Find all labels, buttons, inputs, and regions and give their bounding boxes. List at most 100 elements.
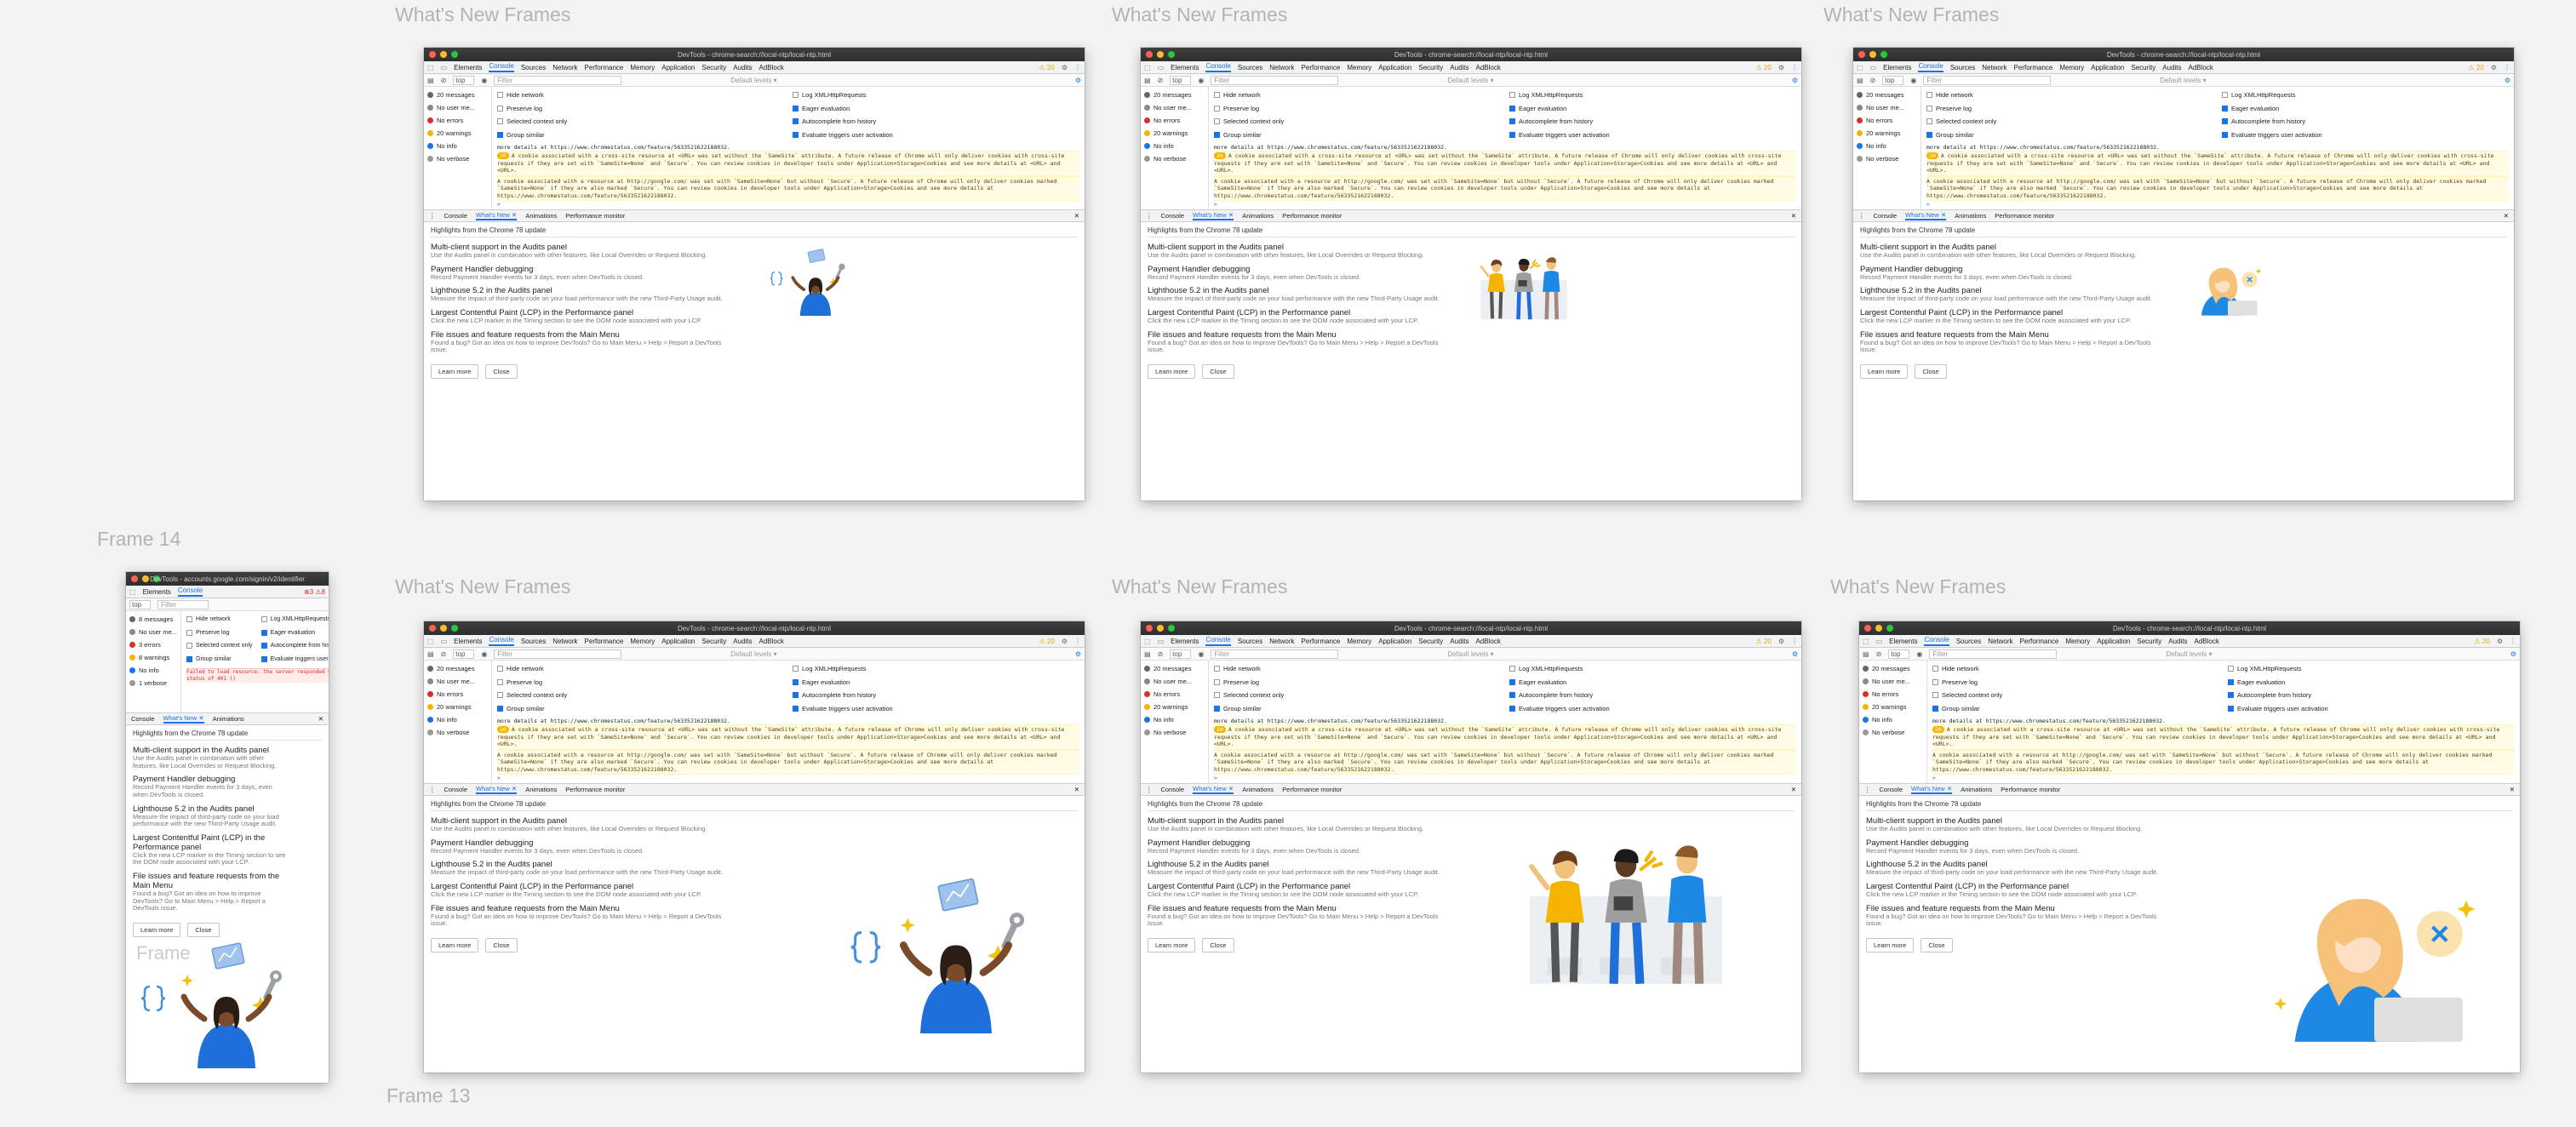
drawer-tab-whats-new[interactable]: What's New ✕	[1911, 785, 1953, 794]
sidebar-item-messages[interactable]: 20 messages	[427, 662, 488, 675]
minimize-window-icon[interactable]	[1869, 51, 1876, 58]
settings-gear-icon[interactable]: ⚙	[1062, 64, 1068, 72]
warning-count-badge[interactable]: ⚠ 20	[1039, 638, 1055, 645]
tab-elements[interactable]: Elements	[1171, 638, 1199, 645]
sidebar-item-verbose[interactable]: No verbose	[1857, 152, 1917, 165]
tab-memory[interactable]: Memory	[2065, 638, 2090, 645]
setting-selected-context[interactable]: Selected context only	[186, 639, 253, 653]
drawer-menu-icon[interactable]: ⋮	[1864, 786, 1871, 793]
drawer-tab-animations[interactable]: Animations	[213, 715, 244, 723]
filter-input[interactable]: Filter	[1923, 75, 2052, 85]
close-button[interactable]: Close	[1202, 937, 1234, 953]
close-drawer-icon[interactable]: ✕	[2510, 786, 2515, 793]
tab-sources[interactable]: Sources	[1956, 638, 1981, 645]
drawer-tab-animations[interactable]: Animations	[1961, 786, 1992, 793]
learn-more-button[interactable]: Learn more	[1866, 937, 1915, 953]
warning-count-badge[interactable]: ⚠ 20	[1756, 64, 1772, 72]
tab-security[interactable]: Security	[1418, 64, 1443, 72]
sidebar-toggle-icon[interactable]: ▤	[1144, 650, 1151, 658]
tab-security[interactable]: Security	[2131, 64, 2155, 72]
sidebar-item-info[interactable]: No info	[427, 713, 488, 726]
tab-sources[interactable]: Sources	[1238, 638, 1262, 645]
setting-eager-eval[interactable]: Eager evaluation	[1509, 676, 1796, 689]
device-toolbar-icon[interactable]: ▭	[1870, 64, 1877, 72]
minimize-window-icon[interactable]	[1875, 625, 1882, 632]
sidebar-item-info[interactable]: No info	[1857, 140, 1917, 152]
device-toolbar-icon[interactable]: ▭	[1876, 638, 1883, 645]
tab-console[interactable]: Console	[489, 62, 514, 72]
drawer-tab-whats-new[interactable]: What's New ✕	[163, 714, 204, 724]
close-drawer-icon[interactable]: ✕	[1791, 212, 1796, 220]
clear-console-icon[interactable]: ⊘	[1870, 77, 1876, 84]
sidebar-item-user[interactable]: No user me...	[1863, 675, 1923, 688]
console-prompt[interactable]: >	[497, 201, 1079, 208]
device-toolbar-icon[interactable]: ▭	[1158, 64, 1165, 72]
console-prompt[interactable]: >	[1214, 201, 1796, 208]
tab-memory[interactable]: Memory	[1347, 64, 1371, 72]
setting-group-similar[interactable]: Group similar	[1214, 702, 1501, 716]
eye-icon[interactable]: ◉	[1198, 650, 1204, 658]
tab-security[interactable]: Security	[701, 638, 726, 645]
sidebar-item-errors[interactable]: No errors	[1863, 688, 1923, 701]
tab-audits[interactable]: Audits	[2162, 64, 2181, 72]
drawer-menu-icon[interactable]: ⋮	[1146, 212, 1153, 220]
sidebar-item-warnings[interactable]: 20 warnings	[427, 127, 488, 140]
tab-memory[interactable]: Memory	[2059, 64, 2084, 72]
console-prompt[interactable]: >	[497, 775, 1079, 781]
context-select[interactable]: top	[1170, 75, 1192, 85]
settings-gear-icon[interactable]: ⚙	[2497, 638, 2503, 645]
console-settings-icon[interactable]: ⚙	[1075, 650, 1081, 658]
inspect-icon[interactable]: ⬚	[1857, 64, 1863, 72]
tab-adblock[interactable]: AdBlock	[759, 64, 784, 72]
tab-console[interactable]: Console	[1205, 636, 1231, 646]
tab-memory[interactable]: Memory	[630, 64, 655, 72]
setting-autocomplete[interactable]: Autocomplete from history	[2228, 689, 2515, 702]
sidebar-item-errors[interactable]: No errors	[427, 688, 488, 701]
drawer-menu-icon[interactable]: ⋮	[1146, 786, 1153, 793]
sidebar-item-errors[interactable]: No errors	[1144, 114, 1205, 127]
tab-performance[interactable]: Performance	[2020, 638, 2059, 645]
zoom-window-icon[interactable]	[1886, 625, 1893, 632]
tab-application[interactable]: Application	[661, 64, 695, 72]
sidebar-item-errors[interactable]: 3 errors	[129, 638, 177, 651]
settings-gear-icon[interactable]: ⚙	[1778, 64, 1784, 72]
more-options-icon[interactable]: ⋮	[1074, 64, 1081, 72]
sidebar-item-info[interactable]: No info	[129, 664, 177, 677]
clear-console-icon[interactable]: ⊘	[1158, 650, 1164, 658]
close-window-icon[interactable]	[1146, 51, 1153, 58]
sidebar-item-info[interactable]: No info	[1144, 140, 1205, 152]
tab-performance[interactable]: Performance	[1302, 638, 1341, 645]
eye-icon[interactable]: ◉	[1910, 77, 1916, 84]
tab-sources[interactable]: Sources	[521, 638, 546, 645]
inspect-icon[interactable]: ⬚	[129, 588, 136, 596]
tab-network[interactable]: Network	[1988, 638, 2012, 645]
setting-hide-network[interactable]: Hide network	[1214, 89, 1501, 102]
tab-security[interactable]: Security	[701, 64, 726, 72]
more-options-icon[interactable]: ⋮	[2504, 64, 2510, 72]
console-settings-icon[interactable]: ⚙	[2510, 650, 2516, 658]
eye-icon[interactable]: ◉	[481, 77, 487, 84]
setting-log-xhr[interactable]: Log XMLHttpRequests	[260, 613, 329, 626]
setting-hide-network[interactable]: Hide network	[497, 662, 784, 676]
tab-audits[interactable]: Audits	[1450, 64, 1468, 72]
drawer-tab-console[interactable]: Console	[444, 786, 468, 793]
close-drawer-icon[interactable]: ✕	[2504, 212, 2509, 220]
filter-input[interactable]: Filter	[1929, 649, 2058, 659]
tab-application[interactable]: Application	[1378, 64, 1411, 72]
console-settings-icon[interactable]: ⚙	[1792, 650, 1798, 658]
drawer-tab-animations[interactable]: Animations	[1955, 212, 1986, 220]
eye-icon[interactable]: ◉	[1916, 650, 1922, 658]
tab-audits[interactable]: Audits	[733, 64, 752, 72]
minimize-window-icon[interactable]	[440, 51, 447, 58]
close-drawer-icon[interactable]: ✕	[1074, 786, 1079, 793]
setting-eager-eval[interactable]: Eager evaluation	[793, 102, 1079, 116]
drawer-tab-whats-new[interactable]: What's New ✕	[1193, 785, 1234, 794]
sidebar-item-warnings[interactable]: 20 warnings	[1863, 701, 1923, 713]
setting-group-similar[interactable]: Group similar	[497, 129, 784, 142]
tab-performance[interactable]: Performance	[585, 638, 624, 645]
setting-autocomplete[interactable]: Autocomplete from history	[1509, 689, 1796, 702]
close-drawer-icon[interactable]: ✕	[1791, 786, 1796, 793]
settings-gear-icon[interactable]: ⚙	[1778, 638, 1784, 645]
close-window-icon[interactable]	[429, 625, 436, 632]
sidebar-item-errors[interactable]: No errors	[1144, 688, 1205, 701]
